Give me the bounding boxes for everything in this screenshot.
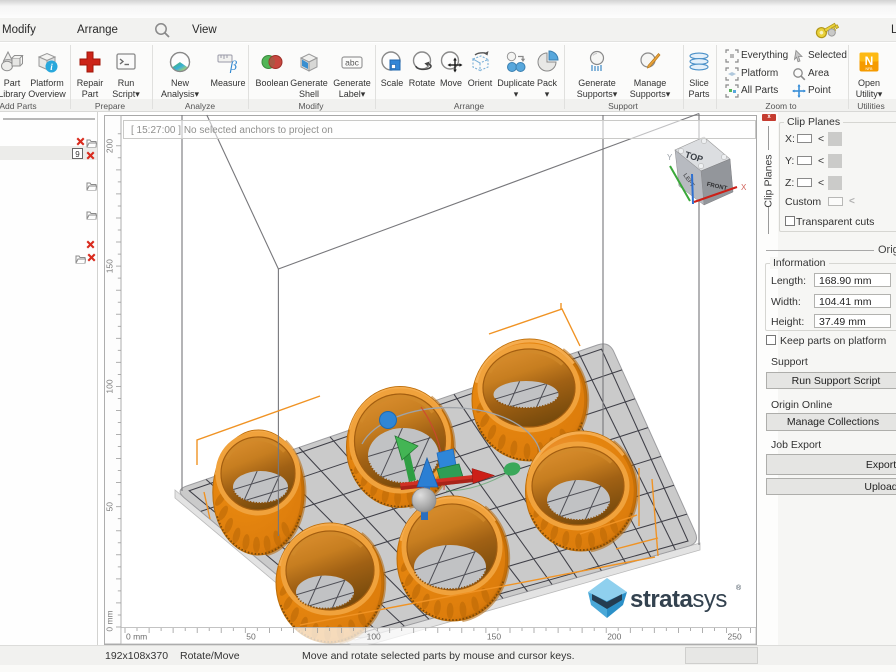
svg-text:250: 250 [728, 632, 742, 642]
svg-text:abc: abc [345, 58, 359, 68]
svg-text:N: N [865, 54, 874, 68]
svg-text:50: 50 [105, 502, 115, 512]
svg-text:X: X [741, 183, 747, 192]
svg-text:0 mm: 0 mm [105, 610, 115, 631]
svg-text:Y: Y [667, 153, 673, 162]
svg-text:200: 200 [607, 632, 621, 642]
svg-text:100: 100 [367, 632, 381, 642]
svg-text:50: 50 [246, 632, 256, 642]
svg-text:150: 150 [105, 259, 115, 273]
svg-text:[ 15:27:00 ] No selected ancho: [ 15:27:00 ] No selected anchors to proj… [131, 125, 333, 136]
svg-text:β: β [229, 59, 237, 74]
svg-text:100: 100 [105, 379, 115, 393]
svg-text:NFB: NFB [866, 67, 874, 71]
svg-text:150: 150 [487, 632, 501, 642]
svg-text:®: ® [736, 584, 742, 592]
svg-text:0 mm: 0 mm [126, 632, 147, 642]
svg-text:stratasys: stratasys [630, 586, 727, 613]
svg-text:200: 200 [105, 139, 115, 153]
